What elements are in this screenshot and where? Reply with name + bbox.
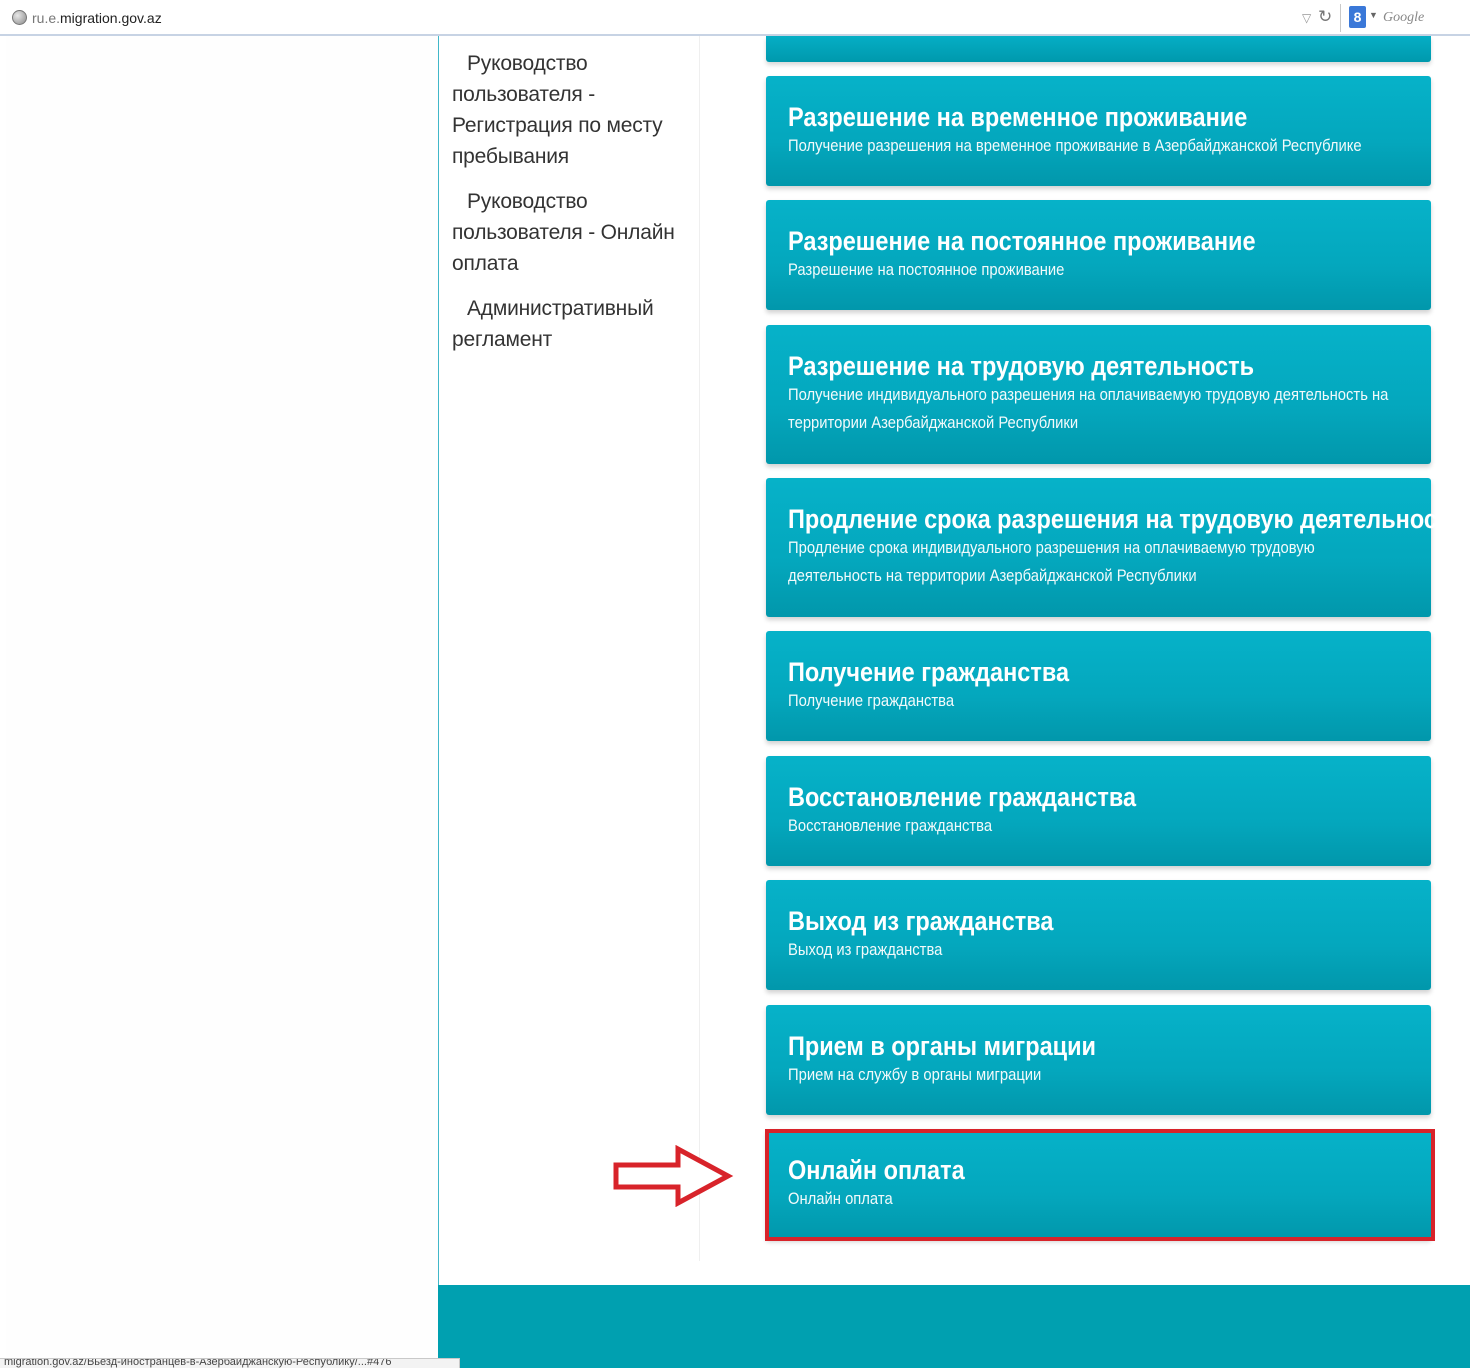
service-card-title: Продление срока разрешения на трудовую д… xyxy=(788,504,1463,534)
service-card-work-permit[interactable]: Разрешение на трудовую деятельность Полу… xyxy=(766,325,1431,464)
google-engine-icon[interactable]: 8 xyxy=(1349,6,1366,28)
column-divider xyxy=(699,36,700,1261)
service-card-citizenship-renunciation[interactable]: Выход из гражданства Выход из гражданств… xyxy=(766,880,1431,990)
service-card-description: Получение гражданства xyxy=(788,691,955,710)
service-card-title: Разрешение на постоянное проживание xyxy=(788,226,1256,256)
service-card-description: Восстановление гражданства xyxy=(788,816,993,835)
chevron-down-icon[interactable]: ▼ xyxy=(1369,10,1378,20)
service-card-title: Разрешение на трудовую деятельность xyxy=(788,351,1255,381)
service-card-citizenship-restoration[interactable]: Восстановление гражданства Восстановлени… xyxy=(766,756,1431,866)
url-domain: migration.gov.az xyxy=(60,10,162,26)
sidebar-item-registration-guide[interactable]: Руководство пользователя - Регистрация п… xyxy=(452,48,692,172)
url-prefix: ru.e. xyxy=(32,10,61,26)
browser-status-bar: migration.gov.az/Вьезд-иностранцев-в-Азе… xyxy=(0,1358,460,1368)
sidebar-links: Руководство пользователя - Регистрация п… xyxy=(452,48,692,369)
service-card-title: Получение гражданства xyxy=(788,657,1070,687)
footer xyxy=(438,1285,1470,1368)
service-card-title: Прием в органы миграции xyxy=(788,1031,1096,1061)
browser-address-bar: ru.e.migration.gov.az ▽ ↻ 8 ▼ Google xyxy=(0,0,1470,36)
service-card-title: Выход из гражданства xyxy=(788,906,1054,936)
reload-icon[interactable]: ↻ xyxy=(1318,7,1332,27)
service-card-title: Восстановление гражданства xyxy=(788,782,1137,812)
service-card-description: Прием на службу в органы миграции xyxy=(788,1065,1042,1084)
history-dropdown-icon[interactable]: ▽ xyxy=(1302,11,1311,25)
service-card-partial[interactable] xyxy=(766,36,1431,62)
service-card-description: Получение индивидуального разрешения на … xyxy=(788,385,1389,432)
service-card-description: Выход из гражданства xyxy=(788,940,943,959)
service-card-migration-service-recruitment[interactable]: Прием в органы миграции Прием на службу … xyxy=(766,1005,1431,1115)
service-card-title: Разрешение на временное проживание xyxy=(788,102,1248,132)
service-card-temporary-residence[interactable]: Разрешение на временное проживание Получ… xyxy=(766,76,1431,186)
service-card-description: Продление срока индивидуального разрешен… xyxy=(788,538,1315,585)
url-field[interactable]: ru.e.migration.gov.az xyxy=(32,10,162,26)
left-blank-panel xyxy=(6,36,438,1368)
service-card-description: Разрешение на постоянное проживание xyxy=(788,260,1065,279)
service-card-title: Онлайн оплата xyxy=(788,1155,965,1185)
globe-icon xyxy=(12,10,27,25)
service-card-online-payment[interactable]: Онлайн оплата Онлайн оплата xyxy=(766,1129,1431,1239)
arrow-right-icon xyxy=(613,1145,734,1207)
search-box[interactable]: 8 ▼ Google xyxy=(1340,4,1470,32)
sidebar-item-administrative-regulation[interactable]: Административный регламент xyxy=(452,293,692,355)
service-card-permanent-residence[interactable]: Разрешение на постоянное проживание Разр… xyxy=(766,200,1431,310)
service-card-description: Получение разрешения на временное прожив… xyxy=(788,136,1362,155)
sidebar-item-online-payment-guide[interactable]: Руководство пользователя - Онлайн оплата xyxy=(452,186,692,279)
service-card-description: Онлайн оплата xyxy=(788,1189,893,1208)
service-card-work-permit-extension[interactable]: Продление срока разрешения на трудовую д… xyxy=(766,478,1463,617)
search-input[interactable]: Google xyxy=(1383,10,1424,26)
status-url: migration.gov.az/Вьезд-иностранцев-в-Азе… xyxy=(4,1358,392,1368)
panel-divider xyxy=(438,36,439,1286)
service-card-citizenship-acquisition[interactable]: Получение гражданства Получение гражданс… xyxy=(766,631,1431,741)
